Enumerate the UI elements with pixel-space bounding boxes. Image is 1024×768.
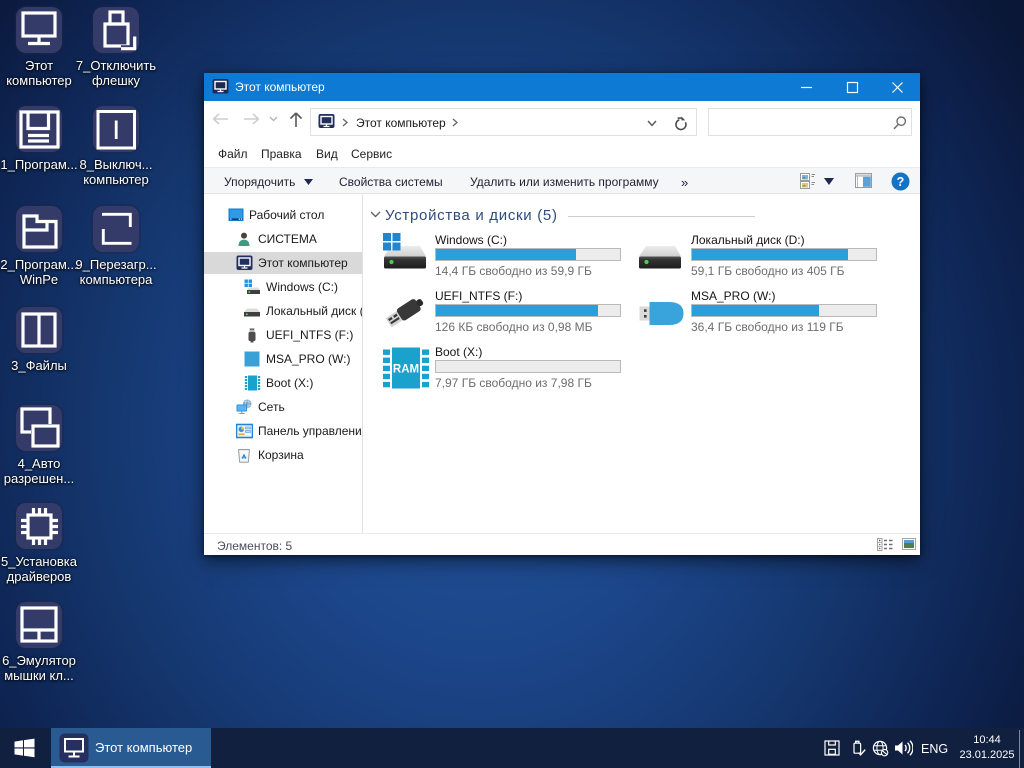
svg-text:RAM: RAM <box>393 364 419 376</box>
svg-text:?: ? <box>897 175 905 189</box>
